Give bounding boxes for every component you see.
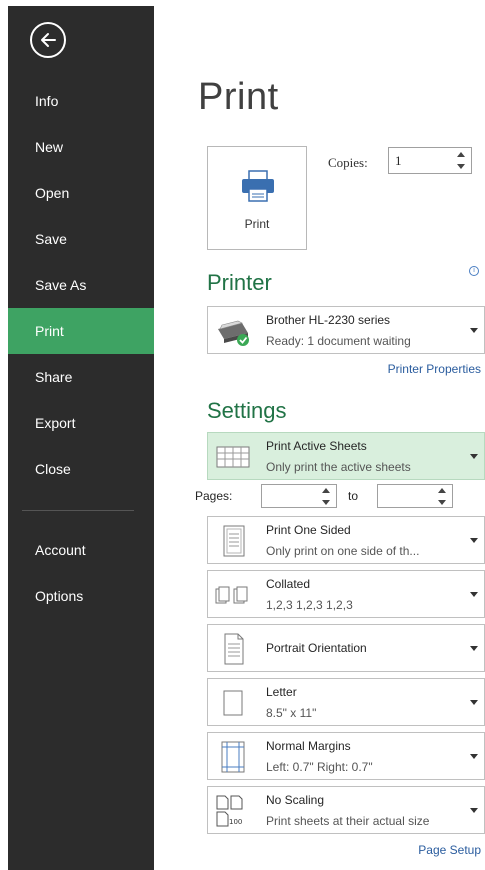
- nav-new[interactable]: New: [8, 124, 154, 170]
- nav-info[interactable]: Info: [8, 78, 154, 124]
- nav-close[interactable]: Close: [8, 446, 154, 492]
- backstage-sidebar: Info New Open Save Save As Print Share E…: [8, 6, 154, 870]
- margins-subtitle: Left: 0.7" Right: 0.7": [266, 760, 373, 774]
- back-arrow-icon: [41, 33, 56, 47]
- paper-size-title: Letter: [266, 685, 297, 699]
- page-title: Print: [198, 76, 279, 118]
- collate-dropdown[interactable]: Collated 1,2,3 1,2,3 1,2,3: [207, 570, 485, 618]
- back-button[interactable]: [30, 22, 66, 58]
- scaling-subtitle: Print sheets at their actual size: [266, 814, 430, 828]
- scaling-icon: 100: [216, 795, 243, 827]
- paper-size-icon: [223, 690, 243, 716]
- print-what-dropdown[interactable]: Print Active Sheets Only print the activ…: [207, 432, 485, 480]
- settings-section-title: Settings: [207, 398, 287, 423]
- sides-dropdown[interactable]: Print One Sided Only print on one side o…: [207, 516, 485, 564]
- nav-options[interactable]: Options: [8, 573, 154, 619]
- collate-subtitle: 1,2,3 1,2,3 1,2,3: [266, 598, 353, 612]
- nav-export[interactable]: Export: [8, 400, 154, 446]
- nav-save[interactable]: Save: [8, 216, 154, 262]
- copies-spinner[interactable]: [457, 151, 465, 170]
- scaling-icon-text: 100: [229, 818, 242, 826]
- nav-print[interactable]: Print: [8, 308, 154, 354]
- print-pane: Print Print Copies: 1 Printer i Brother …: [154, 0, 485, 870]
- spin-up-icon[interactable]: [322, 488, 330, 493]
- paper-size-subtitle: 8.5" x 11": [266, 706, 317, 720]
- printer-properties-link[interactable]: Printer Properties: [388, 362, 481, 376]
- copies-label: Copies:: [328, 155, 368, 170]
- pages-to-label: to: [348, 489, 359, 503]
- pages-to-spinner[interactable]: [438, 487, 446, 506]
- sides-title: Print One Sided: [266, 523, 351, 537]
- print-what-subtitle: Only print the active sheets: [266, 460, 411, 474]
- spin-down-icon[interactable]: [438, 500, 446, 505]
- scaling-title: No Scaling: [266, 793, 325, 807]
- printer-section-title: Printer: [207, 270, 272, 295]
- sheet-grid-icon: [216, 446, 250, 468]
- print-button-label: Print: [244, 217, 270, 231]
- collated-pages-icon: [215, 586, 248, 604]
- nav-open[interactable]: Open: [8, 170, 154, 216]
- chevron-down-icon: [470, 454, 478, 459]
- printer-icon: [242, 170, 274, 202]
- nav-account[interactable]: Account: [8, 527, 154, 573]
- chevron-down-icon: [470, 646, 478, 651]
- printer-name: Brother HL-2230 series: [266, 313, 391, 327]
- sides-subtitle: Only print on one side of th...: [266, 544, 420, 558]
- scaling-dropdown[interactable]: 100 No Scaling Print sheets at their act…: [207, 786, 485, 834]
- portrait-page-icon: [224, 633, 244, 665]
- orientation-dropdown[interactable]: Portrait Orientation: [207, 624, 485, 672]
- paper-size-dropdown[interactable]: Letter 8.5" x 11": [207, 678, 485, 726]
- chevron-down-icon: [470, 754, 478, 759]
- one-sided-page-icon: [223, 525, 245, 557]
- pages-from-input[interactable]: [261, 484, 337, 508]
- chevron-down-icon: [470, 808, 478, 813]
- spin-up-icon[interactable]: [438, 488, 446, 493]
- chevron-down-icon: [470, 592, 478, 597]
- printer-ready-icon: [218, 320, 249, 346]
- spin-down-icon[interactable]: [457, 164, 465, 169]
- collate-title: Collated: [266, 577, 311, 591]
- nav-save-as[interactable]: Save As: [8, 262, 154, 308]
- backstage-nav: Info New Open Save Save As Print Share E…: [8, 78, 154, 619]
- page-setup-link[interactable]: Page Setup: [418, 843, 481, 857]
- spin-up-icon[interactable]: [457, 152, 465, 157]
- chevron-down-icon: [470, 538, 478, 543]
- nav-share[interactable]: Share: [8, 354, 154, 400]
- orientation-title: Portrait Orientation: [266, 641, 367, 655]
- info-icon[interactable]: i: [469, 266, 479, 276]
- pages-to-input[interactable]: [377, 484, 453, 508]
- chevron-down-icon: [470, 328, 478, 333]
- pages-from-spinner[interactable]: [322, 487, 330, 506]
- margins-title: Normal Margins: [266, 739, 351, 753]
- pages-label: Pages:: [195, 489, 233, 503]
- margins-dropdown[interactable]: Normal Margins Left: 0.7" Right: 0.7": [207, 732, 485, 780]
- copies-value: 1: [395, 153, 402, 168]
- print-what-title: Print Active Sheets: [266, 439, 367, 453]
- nav-divider: [22, 510, 134, 511]
- printer-dropdown[interactable]: Brother HL-2230 series Ready: 1 document…: [207, 306, 485, 354]
- copies-stepper[interactable]: 1: [388, 147, 472, 174]
- spin-down-icon[interactable]: [322, 500, 330, 505]
- print-button[interactable]: Print: [207, 146, 307, 250]
- printer-status: Ready: 1 document waiting: [266, 334, 411, 348]
- margins-icon: [221, 741, 245, 773]
- chevron-down-icon: [470, 700, 478, 705]
